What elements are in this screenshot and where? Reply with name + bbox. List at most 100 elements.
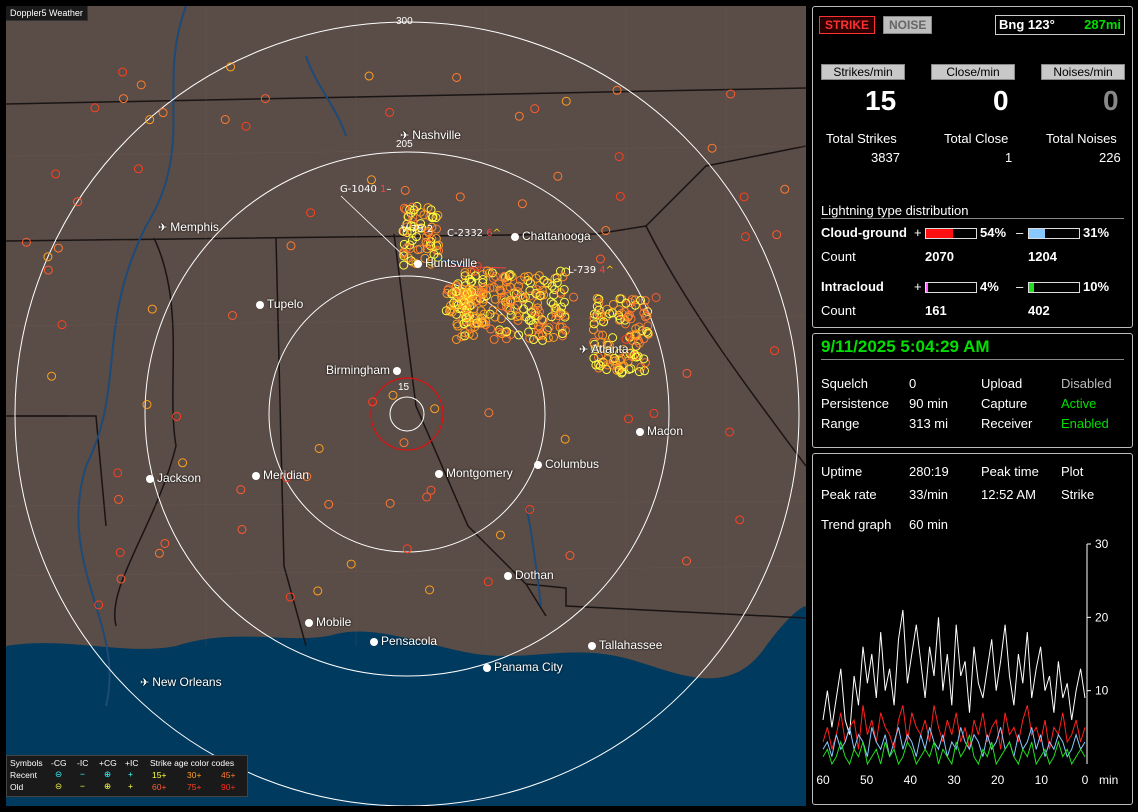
strike-button[interactable]: STRIKE bbox=[819, 16, 876, 34]
trend-chart: 30 20 10 60 50 40 30 20 10 0 min bbox=[816, 537, 1118, 787]
city-dot-icon bbox=[146, 475, 154, 483]
strikes-per-min-value: 15 bbox=[865, 85, 897, 116]
strike-symbol bbox=[569, 292, 579, 302]
cg-positive-fill bbox=[926, 229, 953, 238]
legend-recent-neg-cg-icon: ⊝ bbox=[55, 769, 63, 779]
ic-positive-fill bbox=[926, 283, 928, 292]
divider bbox=[821, 359, 1124, 360]
strike-symbol bbox=[483, 577, 493, 587]
squelch-value[interactable]: 0 bbox=[909, 376, 916, 391]
city-meridian: Meridian bbox=[252, 468, 309, 482]
city-birmingham: Birmingham bbox=[326, 363, 404, 377]
persistence-value[interactable]: 90 min bbox=[909, 396, 948, 411]
upload-value[interactable]: Disabled bbox=[1061, 376, 1112, 391]
range-value[interactable]: 313 mi bbox=[909, 416, 948, 431]
ic-negative-fill bbox=[1029, 283, 1034, 292]
storm-marker-g[interactable]: G-1040 1– bbox=[340, 184, 391, 195]
x-tick-label: 30 bbox=[947, 773, 961, 787]
ic-positive-count: 161 bbox=[925, 303, 947, 318]
plot-label: Plot bbox=[1061, 464, 1084, 479]
strike-symbol bbox=[544, 323, 554, 333]
legend-old-neg-cg-icon: ⊝ bbox=[55, 781, 63, 791]
peak-rate-value: 33/min bbox=[909, 487, 949, 502]
intracloud-label: Intracloud bbox=[821, 279, 884, 294]
x-tick-label: 0 bbox=[1082, 773, 1089, 787]
strike-symbol bbox=[51, 169, 61, 179]
legend-old-neg-ic-icon: − bbox=[80, 781, 85, 791]
city-huntsville: Huntsville bbox=[414, 256, 477, 270]
strike-symbol bbox=[422, 492, 432, 502]
strike-symbol bbox=[615, 191, 625, 201]
capture-value[interactable]: Active bbox=[1061, 396, 1096, 411]
map-canvas bbox=[6, 6, 806, 806]
strike-symbol bbox=[639, 334, 649, 344]
bearing-readout: Bng 123° 287mi bbox=[995, 15, 1125, 35]
legend-age-45: 45+ bbox=[221, 770, 236, 780]
total-noises-label: Total Noises bbox=[1046, 131, 1117, 146]
strike-symbol bbox=[486, 324, 496, 334]
tab-close-per-min[interactable]: Close/min bbox=[931, 64, 1015, 80]
stats-panel: STRIKE NOISE Bng 123° 287mi Strikes/min … bbox=[812, 6, 1133, 328]
city-dot-icon bbox=[588, 642, 596, 650]
city-chattanooga: Chattanooga bbox=[511, 229, 591, 243]
squelch-label: Squelch bbox=[821, 376, 868, 391]
tab-strikes-per-min[interactable]: Strikes/min bbox=[821, 64, 905, 80]
app-title: Doppler5 Weather bbox=[6, 6, 88, 21]
range-label: Range bbox=[821, 416, 860, 431]
city-dot-icon bbox=[305, 619, 313, 627]
receiver-value[interactable]: Enabled bbox=[1061, 416, 1109, 431]
cg-negative-count: 1204 bbox=[1028, 249, 1057, 264]
ic-positive-pct: 4% bbox=[980, 279, 999, 294]
persistence-label: Persistence bbox=[821, 396, 889, 411]
strike-symbol bbox=[623, 414, 633, 424]
strike-symbol bbox=[90, 103, 100, 113]
strike-symbol bbox=[57, 320, 67, 330]
ic-negative-bar bbox=[1028, 282, 1080, 293]
airport-icon: ✈ bbox=[400, 130, 410, 142]
noises-per-min-value: 0 bbox=[1103, 85, 1119, 116]
storm-marker-c[interactable]: C-2332 6^ bbox=[447, 228, 501, 239]
strike-symbol bbox=[623, 356, 633, 366]
cg-negative-fill bbox=[1029, 229, 1045, 238]
plot-value[interactable]: Strike bbox=[1061, 487, 1094, 502]
city-dothan: Dothan bbox=[504, 568, 554, 582]
strike-symbol bbox=[514, 111, 524, 121]
strike-symbol bbox=[612, 85, 622, 95]
strike-symbol bbox=[158, 108, 168, 118]
legend-header-pos-ic: +IC bbox=[125, 758, 139, 768]
storm-marker-v[interactable]: V-79 2 bbox=[401, 224, 433, 235]
rivers bbox=[77, 6, 542, 707]
strike-symbol bbox=[530, 104, 540, 114]
strike-symbol bbox=[118, 67, 128, 77]
strike-symbol bbox=[553, 171, 563, 181]
storm-marker-l[interactable]: L-739 4^ bbox=[568, 265, 614, 276]
strike-symbol bbox=[495, 530, 505, 540]
strike-symbol bbox=[634, 367, 644, 377]
city-tupelo: Tupelo bbox=[256, 297, 303, 311]
strike-symbol bbox=[489, 334, 499, 344]
strike-symbol bbox=[739, 192, 749, 202]
cg-minus-sign: – bbox=[1016, 225, 1024, 240]
legend-header-pos-cg: +CG bbox=[99, 758, 117, 768]
strike-symbol bbox=[431, 224, 441, 234]
strike-symbol bbox=[452, 72, 462, 82]
uptime-value: 280:19 bbox=[909, 464, 949, 479]
strike-symbol bbox=[565, 551, 575, 561]
strike-symbol bbox=[430, 404, 440, 414]
cg-negative-pct: 31% bbox=[1083, 225, 1110, 240]
strike-symbol bbox=[388, 390, 398, 400]
city-nashville: ✈ Nashville bbox=[400, 128, 461, 142]
lightning-map[interactable]: Doppler5 Weather 15 205 300 ✈ Nashville ✈… bbox=[6, 6, 806, 806]
peak-rate-label: Peak rate bbox=[821, 487, 877, 502]
total-strikes-label: Total Strikes bbox=[826, 131, 897, 146]
legend-header-neg-ic: -IC bbox=[77, 758, 89, 768]
ic-minus-sign: – bbox=[1016, 279, 1024, 294]
y-tick-label: 20 bbox=[1095, 610, 1109, 624]
legend-old-label: Old bbox=[10, 782, 24, 792]
trend-graph-value[interactable]: 60 min bbox=[909, 517, 948, 532]
strike-symbol bbox=[43, 265, 53, 275]
strike-symbol bbox=[455, 192, 465, 202]
noise-button[interactable]: NOISE bbox=[883, 16, 933, 34]
city-dot-icon bbox=[370, 638, 378, 646]
tab-noises-per-min[interactable]: Noises/min bbox=[1041, 64, 1125, 80]
